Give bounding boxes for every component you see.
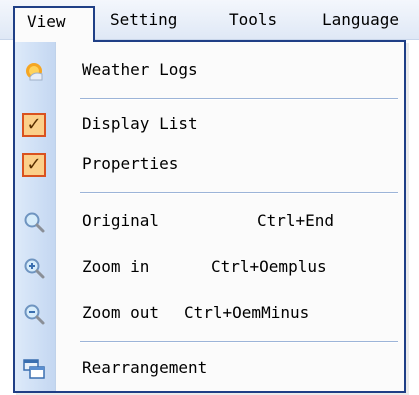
view-dropdown-menu: Weather Logs ✓ Display List ✓ Properties… (13, 40, 406, 393)
menu-item-original[interactable]: Original Ctrl+End (15, 203, 404, 241)
menu-item-label: Display List (82, 114, 198, 133)
menu-bar: View Setting Tools Language (0, 0, 419, 42)
menu-item-weather-logs[interactable]: Weather Logs (15, 52, 404, 90)
menu-separator (80, 341, 398, 343)
menu-item-rearrangement[interactable]: Rearrangement (15, 350, 404, 388)
menu-item-shortcut: Ctrl+End (257, 211, 335, 230)
magnifier-icon (22, 210, 46, 234)
menu-item-display-list[interactable]: ✓ Display List (15, 106, 404, 144)
menu-item-label: Rearrangement (82, 358, 208, 377)
menu-separator (80, 192, 398, 194)
weather-sun-icon (22, 59, 46, 83)
menu-item-properties[interactable]: ✓ Properties (15, 146, 404, 184)
menu-item-label: Properties (82, 154, 179, 173)
menu-item-zoom-in[interactable]: Zoom in Ctrl+Oemplus (15, 249, 404, 287)
zoom-out-icon (22, 302, 46, 326)
checkmark-icon: ✓ (22, 153, 46, 177)
menu-language[interactable]: Language (322, 6, 399, 36)
menu-item-label: Zoom out (82, 303, 160, 322)
menu-item-zoom-out[interactable]: Zoom out Ctrl+OemMinus (15, 295, 404, 333)
rearrange-windows-icon (22, 357, 46, 381)
menu-setting[interactable]: Setting (110, 6, 177, 36)
menu-item-shortcut: Ctrl+OemMinus (184, 303, 310, 322)
menu-item-shortcut: Ctrl+Oemplus (211, 257, 327, 276)
menu-item-label: Weather Logs (82, 60, 198, 79)
menu-tools[interactable]: Tools (229, 6, 277, 36)
menu-item-label: Original (82, 211, 160, 230)
checkmark-icon: ✓ (22, 113, 46, 137)
menu-item-label: Zoom in (82, 257, 150, 276)
zoom-in-icon (22, 256, 46, 280)
menu-separator (80, 98, 398, 100)
menu-view[interactable]: View (13, 6, 95, 42)
